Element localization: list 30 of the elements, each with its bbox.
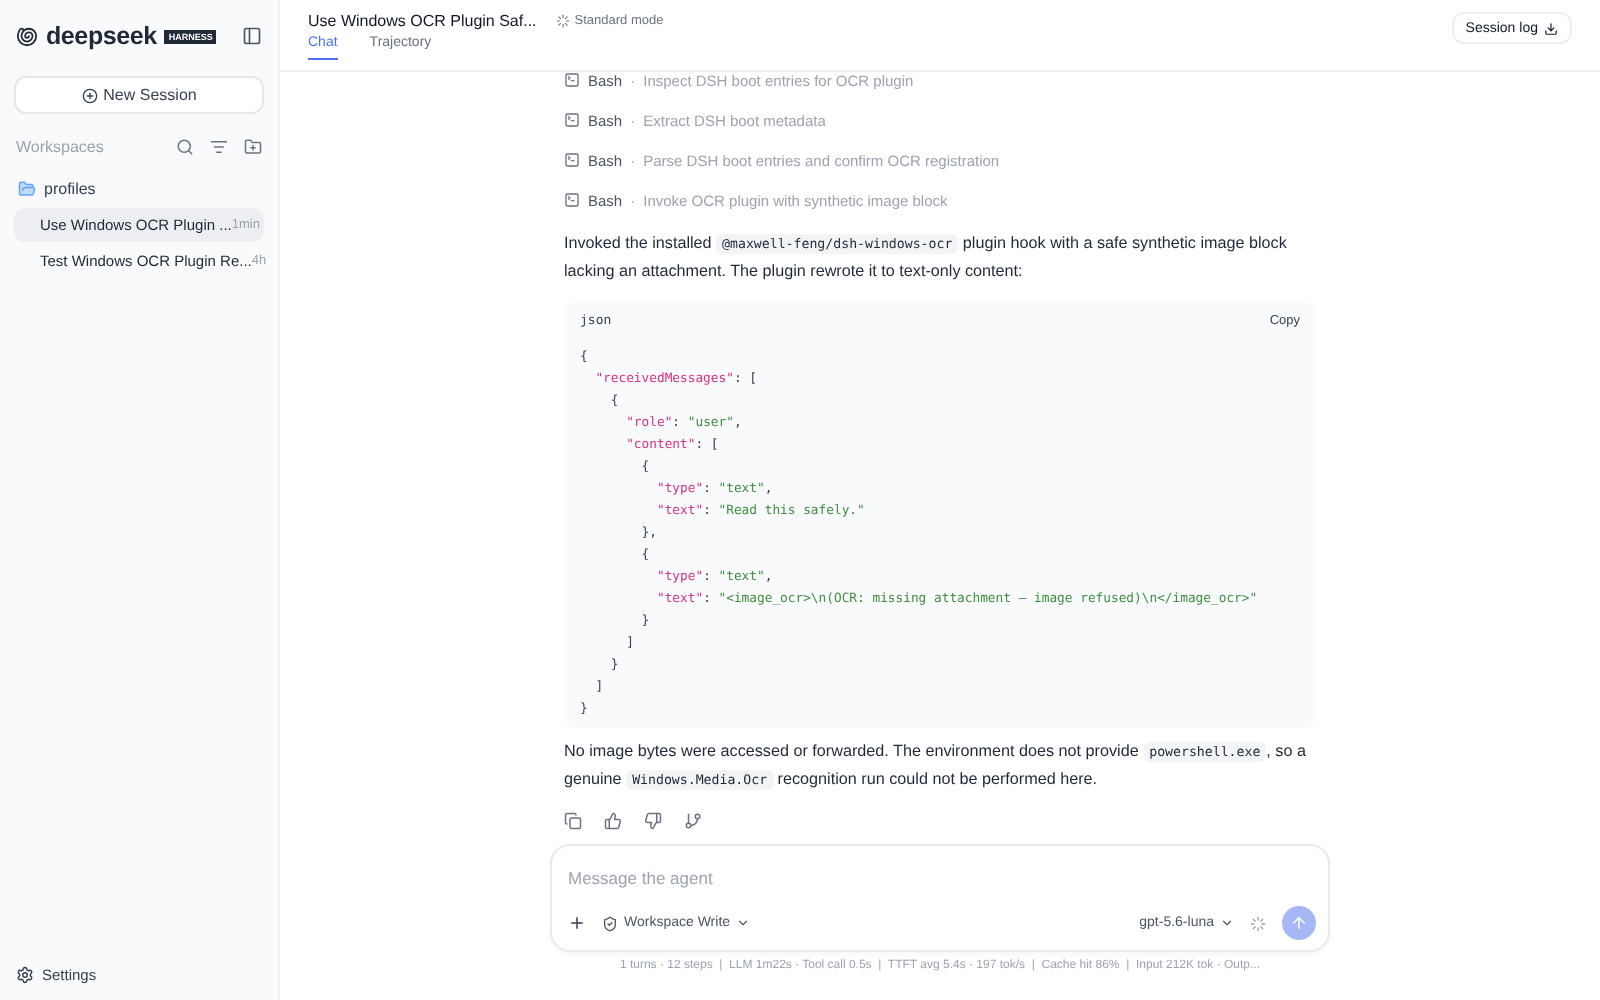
sidebar-toggle-icon[interactable]: [242, 26, 262, 46]
thumbs-down-icon[interactable]: [644, 812, 662, 830]
new-folder-icon[interactable]: [244, 137, 262, 155]
arrow-up-icon: [1290, 914, 1308, 932]
chevron-down-icon: [736, 916, 751, 930]
brand-name: deepseek: [46, 22, 157, 50]
branch-icon[interactable]: [684, 812, 702, 830]
thumbs-up-icon[interactable]: [604, 812, 622, 830]
filter-icon[interactable]: [210, 137, 228, 155]
new-session-button[interactable]: New Session: [14, 76, 264, 114]
terminal-icon: [564, 152, 580, 168]
terminal-icon: [564, 72, 580, 88]
folder-icon: [18, 179, 36, 197]
chevron-down-icon: [1220, 916, 1234, 930]
loading-icon: [1250, 915, 1266, 931]
copy-icon[interactable]: [564, 812, 582, 830]
download-icon: [1544, 21, 1558, 35]
shield-icon: [602, 915, 618, 931]
search-icon[interactable]: [176, 137, 194, 155]
settings-icon: [16, 966, 34, 984]
add-icon[interactable]: [568, 914, 586, 932]
workspaces-label: Workspaces: [16, 137, 106, 155]
folder-item[interactable]: profiles: [14, 174, 264, 202]
terminal-icon: [564, 112, 580, 128]
terminal-icon: [564, 192, 580, 208]
mode-icon: [556, 14, 571, 28]
plus-circle-icon: [81, 87, 98, 103]
session-title-heading: Use Windows OCR Plugin Saf...: [308, 12, 537, 30]
folder-name: profiles: [44, 179, 96, 197]
message-input[interactable]: Message the agent: [568, 868, 1316, 888]
